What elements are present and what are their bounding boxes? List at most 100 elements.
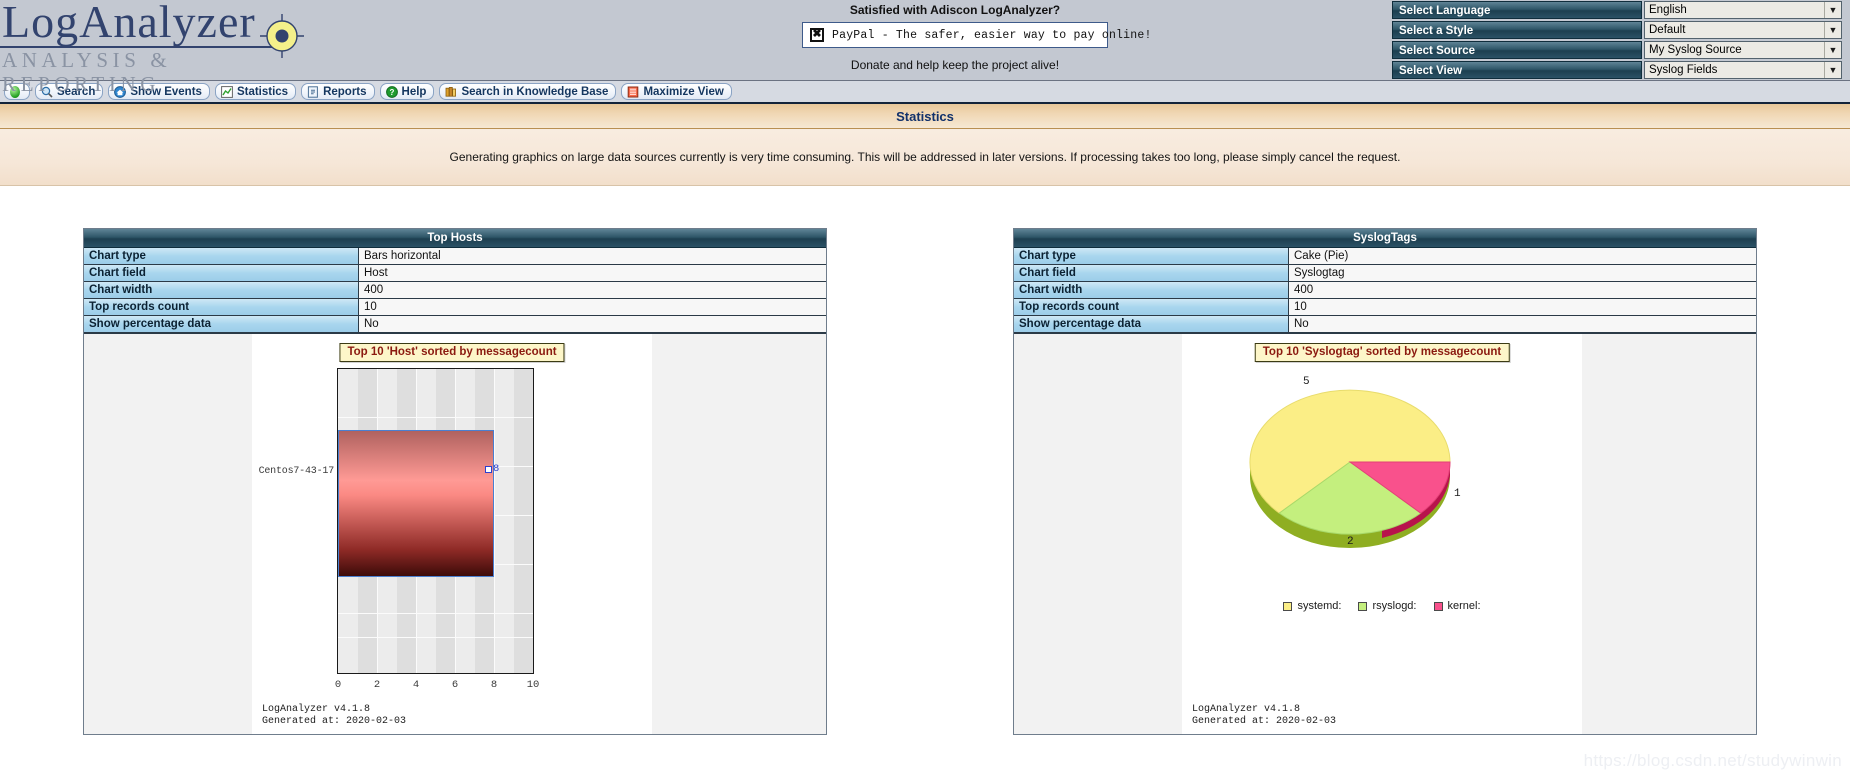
legend-label-rsyslogd: rsyslogd: xyxy=(1372,600,1417,612)
donate-block: Satisfied with Adiscon LogAnalyzer? ✖ Pa… xyxy=(790,3,1151,72)
paypal-donate-button[interactable]: ✖ PayPal - The safer, easier way to pay … xyxy=(802,22,1151,48)
page-notice: Generating graphics on large data source… xyxy=(449,150,1401,164)
toolbar-button-knowledge-base[interactable]: Search in Knowledge Base xyxy=(439,83,617,100)
table-row: Show percentage data No xyxy=(84,316,826,333)
logo-wordmark: LogAnalyzer xyxy=(0,0,292,48)
panel-title-syslog-tags: SyslogTags xyxy=(1353,232,1417,244)
bar-category-label: Centos7-43-17 xyxy=(258,466,335,477)
row-value: Bars horizontal xyxy=(359,248,826,264)
pie-slice-label-rsyslogd: 2 xyxy=(1347,536,1354,548)
selector-label-view: Select View xyxy=(1392,61,1642,79)
row-value: No xyxy=(1289,316,1756,332)
pie-slice-label-kernel: 1 xyxy=(1454,488,1461,500)
statistics-content: Top Hosts Chart type Bars horizontal Cha… xyxy=(0,186,1850,779)
pie-chart-canvas: Top 10 'Syslogtag' sorted by messagecoun… xyxy=(1182,334,1582,734)
panel-top-hosts: Top Hosts Chart type Bars horizontal Cha… xyxy=(83,228,827,735)
selector-row-source: Select Source My Syslog Source ▼ xyxy=(1392,41,1842,59)
row-value: 400 xyxy=(1289,282,1756,298)
chevron-down-icon[interactable]: ▼ xyxy=(1824,42,1841,58)
selector-row-view: Select View Syslog Fields ▼ xyxy=(1392,61,1842,79)
view-dropdown[interactable]: Syslog Fields ▼ xyxy=(1644,61,1842,79)
row-value: 10 xyxy=(1289,299,1756,315)
pie-chart-footer: LogAnalyzer v4.1.8 Generated at: 2020-02… xyxy=(1192,704,1337,727)
toolbar-label-reports: Reports xyxy=(323,85,367,98)
table-row: Chart type Cake (Pie) xyxy=(1014,248,1756,265)
row-value: 400 xyxy=(359,282,826,298)
row-value: Host xyxy=(359,265,826,281)
legend-item-kernel: kernel: xyxy=(1433,600,1481,612)
table-row: Chart field Host xyxy=(84,265,826,282)
table-row: Chart field Syslogtag xyxy=(1014,265,1756,282)
help-icon: ? xyxy=(385,85,398,98)
panel-title-top-hosts: Top Hosts xyxy=(427,232,483,244)
style-dropdown[interactable]: Default ▼ xyxy=(1644,21,1842,39)
language-dropdown-value: English xyxy=(1649,4,1687,16)
paypal-x-icon: ✖ xyxy=(810,28,824,42)
logo-word-analyzer: Analyzer xyxy=(79,0,256,47)
chevron-down-icon[interactable]: ▼ xyxy=(1824,2,1841,18)
row-value: 10 xyxy=(359,299,826,315)
style-dropdown-value: Default xyxy=(1649,24,1686,36)
chevron-down-icon[interactable]: ▼ xyxy=(1824,62,1841,78)
selector-row-style: Select a Style Default ▼ xyxy=(1392,21,1842,39)
pie-svg xyxy=(1249,389,1451,548)
panel-header-top-hosts: Top Hosts xyxy=(84,229,826,248)
row-key: Top records count xyxy=(84,299,359,315)
bar-chart-footer: LogAnalyzer v4.1.8 Generated at: 2020-02… xyxy=(262,704,407,727)
x-tick-8: 8 xyxy=(490,679,498,691)
bar-series-centos7-43-17 xyxy=(338,430,494,577)
bar-value-label: 8 xyxy=(493,463,500,475)
chart-area-syslog-tags: Top 10 'Syslogtag' sorted by messagecoun… xyxy=(1014,333,1756,734)
toolbar-label-knowledge-base: Search in Knowledge Base xyxy=(461,85,609,98)
source-dropdown-value: My Syslog Source xyxy=(1649,44,1742,56)
row-key: Chart field xyxy=(84,265,359,281)
paypal-label: PayPal - The safer, easier way to pay on… xyxy=(832,28,1152,42)
legend-label-kernel: kernel: xyxy=(1447,600,1481,612)
table-row: Chart width 400 xyxy=(1014,282,1756,299)
legend-item-systemd: systemd: xyxy=(1283,600,1341,612)
toolbar-button-help[interactable]: ? Help xyxy=(379,83,435,100)
legend-swatch-systemd xyxy=(1283,601,1293,611)
bar-chart-plot xyxy=(337,368,534,674)
pie-chart-legend: systemd: rsyslogd: kernel: xyxy=(1182,600,1582,612)
x-tick-0: 0 xyxy=(334,679,342,691)
logo-word-log: Log xyxy=(2,0,80,47)
selector-row-language: Select Language English ▼ xyxy=(1392,1,1842,19)
toolbar-label-help: Help xyxy=(401,85,427,98)
selector-panel: Select Language English ▼ Select a Style… xyxy=(1392,1,1842,81)
top-banner: LogAnalyzer ANALYSIS & REPORTING Satisfi… xyxy=(0,0,1850,96)
row-key: Chart width xyxy=(1014,282,1289,298)
maximize-icon xyxy=(627,86,639,98)
row-key: Show percentage data xyxy=(1014,316,1289,332)
table-row: Chart type Bars horizontal xyxy=(84,248,826,265)
toolbar-button-maximize-view[interactable]: Maximize View xyxy=(621,83,732,100)
page-title-band: Statistics xyxy=(0,104,1850,129)
table-row: Chart width 400 xyxy=(84,282,826,299)
app-logo[interactable]: LogAnalyzer ANALYSIS & REPORTING xyxy=(0,0,320,96)
x-tick-6: 6 xyxy=(451,679,459,691)
language-dropdown[interactable]: English ▼ xyxy=(1644,1,1842,19)
x-tick-4: 4 xyxy=(412,679,420,691)
watermark-text: https://blog.csdn.net/studywinwin xyxy=(1583,751,1842,770)
table-row: Top records count 10 xyxy=(1014,299,1756,316)
source-dropdown[interactable]: My Syslog Source ▼ xyxy=(1644,41,1842,59)
page-notice-band: Generating graphics on large data source… xyxy=(0,129,1850,186)
bar-chart-canvas: Top 10 'Host' sorted by messagecount Cen… xyxy=(252,334,652,734)
chevron-down-icon[interactable]: ▼ xyxy=(1824,22,1841,38)
panel-syslog-tags: SyslogTags Chart type Cake (Pie) Chart f… xyxy=(1013,228,1757,735)
pie-chart-graphic: 5 2 1 systemd: rsyslogd: kernel: xyxy=(1182,334,1582,734)
legend-swatch-rsyslogd xyxy=(1358,601,1368,611)
row-key: Chart width xyxy=(84,282,359,298)
selector-label-source: Select Source xyxy=(1392,41,1642,59)
row-value: Syslogtag xyxy=(1289,265,1756,281)
table-row: Show percentage data No xyxy=(1014,316,1756,333)
legend-item-rsyslogd: rsyslogd: xyxy=(1358,600,1417,612)
chart-area-top-hosts: Top 10 'Host' sorted by messagecount Cen… xyxy=(84,333,826,734)
donate-question: Satisfied with Adiscon LogAnalyzer? xyxy=(849,3,1061,17)
selector-label-style: Select a Style xyxy=(1392,21,1642,39)
crosshair-target-icon xyxy=(260,14,304,58)
row-value: No xyxy=(359,316,826,332)
selector-label-language: Select Language xyxy=(1392,1,1642,19)
row-key: Chart field xyxy=(1014,265,1289,281)
page-title: Statistics xyxy=(896,108,954,124)
